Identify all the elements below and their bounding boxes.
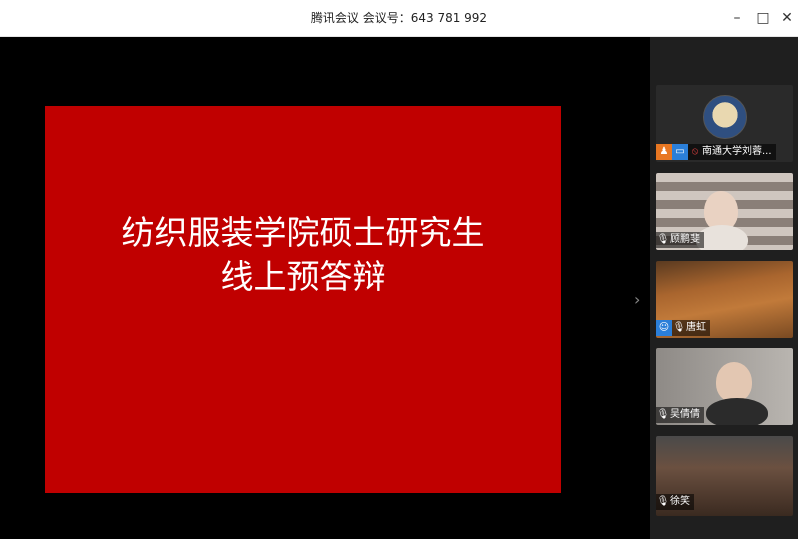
mic-icon: 🎙 [656, 234, 670, 245]
participant-sidebar: ♟ ▭ ⦸ 南通大学刘蓉... 🎙 顾鹏斐 ☺ 🎙 唐虹 🎙 吴倩倩 🎙 徐笑 [650, 37, 798, 539]
window-title: 腾讯会议 会议号：643 781 992 [310, 11, 488, 25]
mic-icon: 🎙 [656, 496, 670, 507]
mic-icon: 🎙 [656, 409, 670, 420]
close-button[interactable]: ✕ [772, 0, 798, 36]
shared-screen-stage: 纺织服装学院硕士研究生 线上预答辩 [0, 37, 650, 539]
participant-name: 徐笑 [670, 496, 690, 507]
participant-name-bar: ☺ 🎙 唐虹 [656, 320, 710, 336]
presentation-slide: 纺织服装学院硕士研究生 线上预答辩 [45, 106, 561, 493]
slide-title: 纺织服装学院硕士研究生 线上预答辩 [45, 211, 561, 299]
avatar-icon: ☺ [656, 320, 672, 336]
participant-name-bar: ♟ ▭ ⦸ 南通大学刘蓉... [656, 144, 776, 160]
avatar [703, 95, 747, 139]
participant-name-bar: 🎙 顾鹏斐 [656, 232, 704, 248]
host-icon: ♟ [656, 144, 672, 160]
participant-name: 顾鹏斐 [670, 234, 700, 245]
participant-tile[interactable]: 🎙 徐笑 [656, 436, 793, 516]
slide-title-line1: 纺织服装学院硕士研究生 [121, 213, 485, 252]
participant-video [716, 362, 752, 402]
mic-icon: 🎙 [672, 322, 686, 333]
participant-name: 南通大学刘蓉... [702, 146, 772, 157]
participant-name: 唐虹 [686, 322, 706, 333]
participant-name-bar: 🎙 徐笑 [656, 494, 694, 510]
screen-share-icon: ▭ [672, 144, 688, 160]
title-bar: 腾讯会议 会议号：643 781 992 – □ ✕ [0, 0, 798, 37]
participant-name-bar: 🎙 吴倩倩 [656, 407, 704, 423]
mic-muted-icon: ⦸ [691, 146, 699, 157]
participant-tile[interactable]: ☺ 🎙 唐虹 [656, 261, 793, 338]
slide-title-line2: 线上预答辩 [220, 257, 386, 296]
participant-name: 吴倩倩 [670, 409, 700, 420]
participant-tile[interactable]: 🎙 顾鹏斐 [656, 173, 793, 250]
collapse-sidebar-button[interactable]: › [634, 290, 640, 309]
participant-tile[interactable]: 🎙 吴倩倩 [656, 348, 793, 425]
participant-tile[interactable]: ♟ ▭ ⦸ 南通大学刘蓉... [656, 85, 793, 162]
participant-video [706, 398, 768, 425]
